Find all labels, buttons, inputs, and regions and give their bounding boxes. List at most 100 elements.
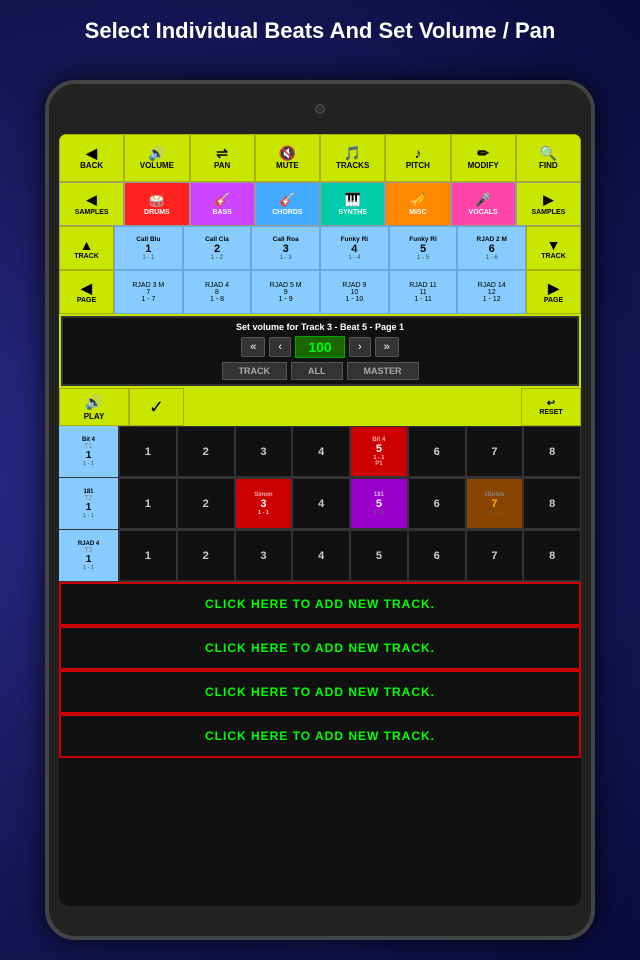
t2-sub: 1 - 1	[83, 513, 94, 519]
t1-cells: 1 2 3 4 Bit 4 5 1 - 1 P1 6 7 8	[119, 426, 581, 477]
t3c2-num: 2	[203, 550, 209, 562]
t3-cell-2[interactable]: 2	[177, 530, 235, 581]
t1c4-num: 4	[318, 446, 324, 458]
t1-cell-4[interactable]: 4	[292, 426, 350, 477]
add-track-2[interactable]: CLICK HERE TO ADD NEW TRACK.	[59, 626, 581, 670]
check-icon: ✓	[149, 397, 164, 418]
vol-all-tab[interactable]: ALL	[291, 362, 343, 380]
volume-button[interactable]: 🔊 VOLUME	[124, 134, 189, 182]
modify-button[interactable]: ✏ MODIFY	[451, 134, 516, 182]
page-right-button[interactable]: ▶ PAGE	[526, 270, 581, 314]
add-track-3[interactable]: CLICK HERE TO ADD NEW TRACK.	[59, 670, 581, 714]
vol-next-button[interactable]: ›	[349, 337, 371, 357]
add-track-1[interactable]: CLICK HERE TO ADD NEW TRACK.	[59, 582, 581, 626]
samples-right-button[interactable]: ▶ SAMPLES	[516, 182, 581, 226]
synths-button[interactable]: 🎹 SYNTHS	[320, 182, 385, 226]
mute-label: MUTE	[276, 161, 299, 170]
track-cell-2[interactable]: Call Cla 2 1 - 2	[183, 226, 252, 270]
page-left-button[interactable]: ◀ PAGE	[59, 270, 114, 314]
misc-button[interactable]: 🎺 MISC	[385, 182, 450, 226]
t2-cell-8[interactable]: 8	[523, 478, 581, 529]
t1-cell-2[interactable]: 2	[177, 426, 235, 477]
modify-icon: ✏	[477, 146, 489, 160]
t1-cell-8[interactable]: 8	[523, 426, 581, 477]
vol-next-next-button[interactable]: »	[375, 337, 399, 357]
drums-button[interactable]: 🥁 DRUMS	[124, 182, 189, 226]
back-button[interactable]: ◀ BACK	[59, 134, 124, 182]
t2-cell-1[interactable]: 1	[119, 478, 177, 529]
samples-left-label: SAMPLES	[75, 209, 109, 216]
t1-cell-5[interactable]: Bit 4 5 1 - 1 P1	[350, 426, 408, 477]
bass-button[interactable]: 🎸 BASS	[190, 182, 255, 226]
t2-cell-3[interactable]: Simon 3 1 - 1	[235, 478, 293, 529]
t3c3-num: 3	[260, 550, 266, 562]
t3-cell-3[interactable]: 3	[235, 530, 293, 581]
t1-cell-7[interactable]: 7	[466, 426, 524, 477]
check-button[interactable]: ✓	[129, 388, 184, 426]
t1-cell-1[interactable]: 1	[119, 426, 177, 477]
t3-cell-5[interactable]: 5	[350, 530, 408, 581]
t2c7-num: 7	[491, 498, 497, 510]
page-cell-12[interactable]: RJAD 14 12 1 - 12	[457, 270, 526, 314]
vol-prev-prev-button[interactable]: «	[241, 337, 265, 357]
track-down-button[interactable]: ▼ TRACK	[526, 226, 581, 270]
page11-name: RJAD 11	[409, 282, 437, 289]
modify-label: MODIFY	[468, 161, 499, 170]
page-cell-8[interactable]: RJAD 4 8 1 - 8	[183, 270, 252, 314]
t2-cell-2[interactable]: 2	[177, 478, 235, 529]
t3-cell-8[interactable]: 8	[523, 530, 581, 581]
device-screen: ◀ BACK 🔊 VOLUME ⇌ PAN 🔇 MUTE 🎵 TRAC	[59, 134, 581, 906]
tracks-button[interactable]: 🎵 TRACKS	[320, 134, 385, 182]
vocals-button[interactable]: 🎤 VOCALS	[451, 182, 516, 226]
mute-button[interactable]: 🔇 MUTE	[255, 134, 320, 182]
t3-num: 1	[86, 554, 92, 565]
add-track-4[interactable]: CLICK HERE TO ADD NEW TRACK.	[59, 714, 581, 758]
play-icon: 🔊	[85, 394, 102, 411]
cell3-name: Call Roa	[273, 236, 299, 243]
t1-cell-3[interactable]: 3	[235, 426, 293, 477]
t3-cell-4[interactable]: 4	[292, 530, 350, 581]
t2-cell-6[interactable]: 6	[408, 478, 466, 529]
vol-master-tab[interactable]: MASTER	[347, 362, 419, 380]
t2-cell-7[interactable]: zSirius 7 1 - 1	[466, 478, 524, 529]
page-nav-row: ◀ PAGE RJAD 3 M 7 1 - 7 RJAD 4 8 1 - 8	[59, 270, 581, 314]
t2-badge: T2	[84, 495, 92, 502]
t3-cell-6[interactable]: 6	[408, 530, 466, 581]
page-cell-7[interactable]: RJAD 3 M 7 1 - 7	[114, 270, 183, 314]
pitch-button[interactable]: ♪ PITCH	[385, 134, 450, 182]
track-cell-3[interactable]: Call Roa 3 1 - 3	[251, 226, 320, 270]
cell1-num: 1	[145, 243, 151, 255]
find-label: FIND	[539, 161, 558, 170]
reset-button[interactable]: ↩ RESET	[521, 388, 581, 426]
cell2-num: 2	[214, 243, 220, 255]
track-cell-5[interactable]: Funky Ri 5 1 - 5	[389, 226, 458, 270]
play-button[interactable]: 🔊 PLAY	[59, 388, 129, 426]
t3-cell-1[interactable]: 1	[119, 530, 177, 581]
chords-button[interactable]: 🎸 CHORDS	[255, 182, 320, 226]
samples-left-button[interactable]: ◀ SAMPLES	[59, 182, 124, 226]
t1-cell-6[interactable]: 6	[408, 426, 466, 477]
page-cell-9[interactable]: RJAD 5 M 9 1 - 9	[251, 270, 320, 314]
cell5-sub: 1 - 5	[417, 255, 429, 261]
track-up-button[interactable]: ▲ TRACK	[59, 226, 114, 270]
pan-button[interactable]: ⇌ PAN	[190, 134, 255, 182]
synths-label: SYNTHS	[338, 209, 366, 216]
page-cell-10[interactable]: RJAD 9 10 1 - 10	[320, 270, 389, 314]
t2-cell-5[interactable]: 181 5 1 - 1	[350, 478, 408, 529]
cell6-name: RJAD 2 M	[477, 236, 507, 243]
t3-cell-7[interactable]: 7	[466, 530, 524, 581]
vol-track-tab[interactable]: TRACK	[222, 362, 288, 380]
volume-label: VOLUME	[140, 161, 174, 170]
page8-name: RJAD 4	[205, 282, 229, 289]
track-cell-1[interactable]: Call Blu 1 1 - 1	[114, 226, 183, 270]
vol-prev-button[interactable]: ‹	[269, 337, 291, 357]
page-cell-11[interactable]: RJAD 11 11 1 - 11	[389, 270, 458, 314]
t2-num: 1	[86, 502, 92, 513]
track-cell-4[interactable]: Funky Ri 4 1 - 4	[320, 226, 389, 270]
t3c1-num: 1	[145, 550, 151, 562]
misc-label: MISC	[409, 209, 427, 216]
find-button[interactable]: 🔍 FIND	[516, 134, 581, 182]
page11-sub: 1 - 11	[414, 296, 431, 303]
track-cell-6[interactable]: RJAD 2 M 6 1 - 6	[457, 226, 526, 270]
t2-cell-4[interactable]: 4	[292, 478, 350, 529]
